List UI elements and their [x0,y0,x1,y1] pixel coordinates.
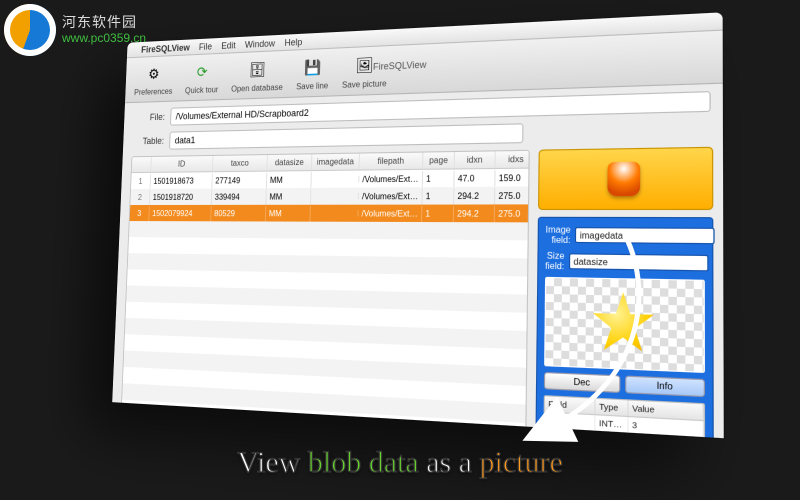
size-field-label: Size field: [545,251,564,272]
menu-help[interactable]: Help [284,36,302,47]
table-row[interactable]: 11501918673277149MM/Volumes/Ext…147.0159… [131,169,528,189]
table-label: Table: [132,136,164,147]
col-datasize[interactable]: datasize [267,154,312,170]
caption-part3: as a [419,446,480,479]
database-icon: 🗄 [246,57,269,82]
star-icon [590,290,656,358]
size-field-input[interactable] [569,253,709,271]
image-field-label: Image field: [545,225,570,246]
open-database-button[interactable]: 🗄 Open database [231,57,284,94]
save-picture-label: Save picture [342,78,387,89]
watermark-logo-icon [4,4,56,56]
open-database-label: Open database [231,82,283,93]
app-logo [538,147,713,210]
col-rownum[interactable] [132,157,152,172]
table-row[interactable]: 21501918720339494MM/Volumes/Ext…1294.227… [130,187,528,206]
preferences-label: Preferences [134,86,173,96]
quick-tour-button[interactable]: ⟳ Quick tour [185,59,219,94]
save-line-label: Save line [296,80,328,90]
col-idxn[interactable]: idxn [455,151,496,168]
inspector-panel: Image field: Size field: Dec Info [534,217,714,438]
tab-info[interactable]: Info [625,376,705,398]
app-window: FireSQLView File Edit Window Help ⚙ Pref… [112,12,724,438]
preferences-button[interactable]: ⚙ Preferences [134,62,174,97]
tab-dec[interactable]: Dec [544,372,621,393]
schema-table: Field Type Value IDINTEGER3taxcotext1502… [542,395,705,438]
caption-part1: View [237,446,308,479]
save-icon: 💾 [301,55,325,81]
watermark-cn: 河东软件园 [62,14,146,31]
tour-icon: ⟳ [191,60,214,85]
gear-icon: ⚙ [143,62,165,87]
caption: View blob data as a picture [0,446,800,480]
window-title: FireSQLView [373,59,427,72]
site-watermark: 河东软件园 www.pc0359.cn [4,4,146,56]
col-imagedata[interactable]: imagedata [312,154,360,170]
col-taxco[interactable]: taxco [213,155,268,171]
col-filepath[interactable]: filepath [360,153,424,170]
table-row[interactable]: 3150207992480529MM/Volumes/Ext…1294.2275… [130,204,528,222]
schema-col-type: Type [596,399,629,416]
menu-window[interactable]: Window [245,38,275,50]
blob-preview [544,277,705,373]
menu-file[interactable]: File [199,41,213,52]
col-id[interactable]: ID [151,156,213,172]
caption-picture: picture [480,446,563,479]
app-menu[interactable]: FireSQLView [141,42,190,54]
database-logo-icon [607,162,640,197]
quick-tour-label: Quick tour [185,85,219,95]
col-page[interactable]: page [423,152,455,169]
data-table: ID taxco datasize imagedata filepath pag… [121,150,530,429]
image-field-input[interactable] [575,227,715,244]
caption-blob-data: blob data [308,446,419,479]
menu-edit[interactable]: Edit [221,40,236,51]
file-label: File: [133,112,165,123]
col-idxs[interactable]: idxs [496,151,530,168]
save-line-button[interactable]: 💾 Save line [296,55,329,91]
schema-col-field: Field [545,396,596,414]
watermark-url: www.pc0359.cn [62,31,146,45]
